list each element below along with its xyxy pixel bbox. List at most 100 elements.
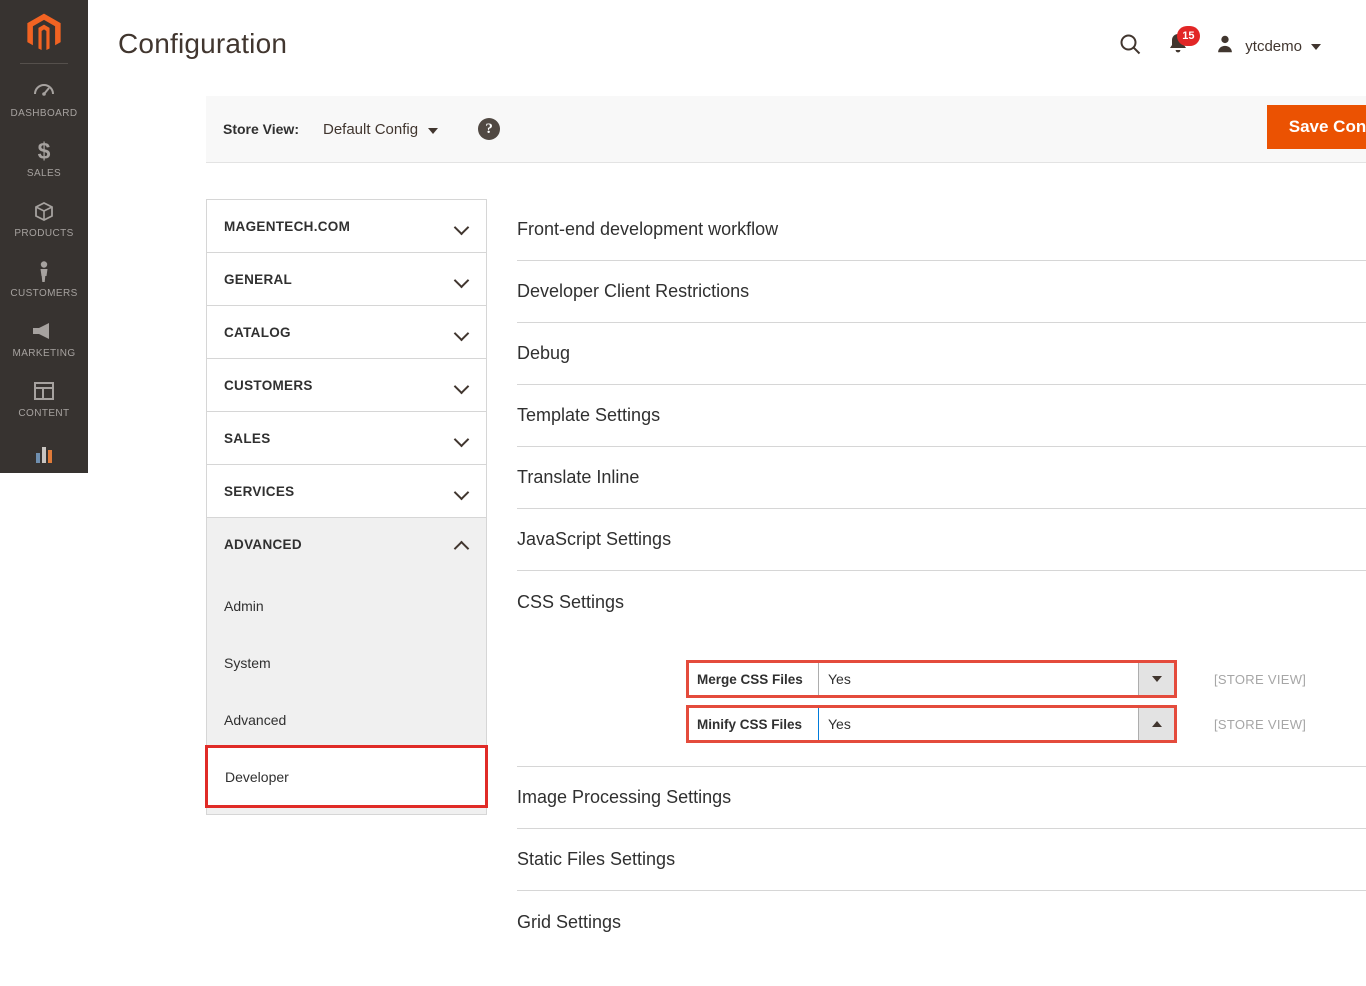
merge-css-files-value[interactable]: Yes [819, 663, 1138, 695]
question-mark-icon[interactable]: ? [478, 118, 501, 140]
minify-css-files-scope: [STORE VIEW] [1214, 716, 1307, 732]
section-title: Static Files Settings [517, 849, 676, 869]
section-debug[interactable]: Debug [517, 323, 1366, 385]
chevron-up-icon [456, 538, 469, 551]
save-config-button[interactable]: Save Config [1266, 105, 1366, 149]
sidebar-item-advanced[interactable]: Advanced [207, 691, 486, 748]
sidebar-item-reports[interactable] [0, 428, 88, 473]
config-nav-section-sales[interactable]: SALES [207, 412, 486, 465]
merge-css-files-control[interactable]: Merge CSS Files Yes [686, 660, 1177, 698]
section-title: JavaScript Settings [517, 529, 672, 549]
chevron-down-icon [456, 432, 469, 445]
config-nav-label: CUSTOMERS [224, 377, 313, 393]
chevron-down-icon [456, 326, 469, 339]
section-front-end-development-workflow[interactable]: Front-end development workflow [517, 199, 1366, 261]
sidebar-item-products[interactable]: PRODUCTS [0, 188, 88, 248]
css-settings-fieldset: Merge CSS Files Yes [STORE VIEW] Minify … [517, 633, 1366, 767]
sidebar-label: CUSTOMERS [10, 288, 78, 299]
config-nav-section-catalog[interactable]: CATALOG [207, 306, 486, 359]
section-javascript-settings[interactable]: JavaScript Settings [517, 509, 1366, 571]
section-developer-client-restrictions[interactable]: Developer Client Restrictions [517, 261, 1366, 323]
chevron-down-icon [456, 220, 469, 233]
minify-css-files-control[interactable]: Minify CSS Files Yes [686, 705, 1177, 743]
config-nav-section-services[interactable]: SERVICES [207, 465, 486, 518]
sidebar-item-developer[interactable]: Developer [205, 745, 488, 808]
section-title: Developer Client Restrictions [517, 281, 750, 301]
minify-css-files-dropdown-arrow[interactable] [1138, 708, 1174, 740]
merge-css-files-label: Merge CSS Files [689, 663, 819, 695]
sidebar-item-dashboard[interactable]: DASHBOARD [0, 68, 88, 128]
config-nav-section-general[interactable]: GENERAL [207, 253, 486, 306]
sidebar-divider [20, 63, 68, 64]
sidebar-item-sales[interactable]: $ SALES [0, 128, 88, 188]
subnav-label: System [224, 654, 271, 671]
triangle-down-icon [1151, 676, 1162, 682]
search-button[interactable] [1108, 28, 1152, 64]
config-sections: Front-end development workflow Developer… [517, 199, 1366, 953]
svg-text:$: $ [38, 138, 51, 164]
section-static-files-settings[interactable]: Static Files Settings [517, 829, 1366, 891]
config-nav-label: ADVANCED [224, 537, 302, 552]
chevron-down-icon [1311, 44, 1321, 50]
triangle-up-icon [1151, 721, 1162, 727]
section-title: Debug [517, 343, 571, 363]
user-menu[interactable]: ytcdemo [1214, 33, 1321, 60]
sidebar-item-content[interactable]: CONTENT [0, 368, 88, 428]
layout-icon [32, 378, 56, 404]
user-avatar-icon [1214, 33, 1236, 60]
notifications-button[interactable]: 15 [1152, 26, 1204, 64]
sidebar-label: DASHBOARD [10, 108, 78, 119]
chevron-down-icon [428, 127, 439, 134]
user-name: ytcdemo [1245, 37, 1302, 55]
section-title: Grid Settings [517, 911, 622, 932]
reports-bar-chart-icon [32, 438, 56, 464]
sidebar-item-admin[interactable]: Admin [207, 577, 486, 634]
minify-css-files-label: Minify CSS Files [689, 708, 819, 740]
config-nav-label: CATALOG [224, 324, 291, 340]
dollar-icon: $ [32, 138, 56, 164]
admin-sidebar: DASHBOARD $ SALES PRODUCTS CUSTOMERS MAR… [0, 0, 88, 473]
config-nav-label: MAGENTECH.COM [224, 218, 351, 234]
field-row-minify-css-files: Minify CSS Files Yes [STORE VIEW] [686, 705, 1366, 743]
search-icon [1118, 32, 1142, 61]
section-translate-inline[interactable]: Translate Inline [517, 447, 1366, 509]
store-view-select[interactable]: Default Config [323, 120, 439, 138]
main-content-area: Configuration 15 ytcdemo Store View: Def… [88, 0, 1366, 986]
dashboard-icon [32, 78, 56, 104]
config-navigation: MAGENTECH.COM GENERAL CATALOG CUSTOMERS … [205, 199, 488, 815]
subnav-label: Advanced [224, 711, 287, 728]
config-nav-section-magentech[interactable]: MAGENTECH.COM [207, 200, 486, 253]
config-nav-section-customers[interactable]: CUSTOMERS [207, 359, 486, 412]
subnav-label: Developer [225, 768, 289, 785]
person-icon [32, 258, 56, 284]
section-template-settings[interactable]: Template Settings [517, 385, 1366, 447]
sidebar-item-marketing[interactable]: MARKETING [0, 308, 88, 368]
page-header: Configuration 15 ytcdemo [88, 0, 1366, 92]
section-image-processing-settings[interactable]: Image Processing Settings [517, 767, 1366, 829]
section-title: Template Settings [517, 405, 661, 425]
config-nav-label: SERVICES [224, 483, 295, 499]
config-nav-label: SALES [224, 430, 271, 446]
chevron-down-icon [456, 273, 469, 286]
section-grid-settings[interactable]: Grid Settings [517, 891, 1366, 953]
megaphone-icon [31, 318, 57, 344]
sidebar-item-system[interactable]: System [207, 634, 486, 691]
minify-css-files-value[interactable]: Yes [819, 708, 1138, 740]
magento-logo-icon[interactable] [20, 12, 68, 53]
page-title: Configuration [118, 28, 288, 59]
sidebar-item-customers[interactable]: CUSTOMERS [0, 248, 88, 308]
merge-css-files-dropdown-arrow[interactable] [1138, 663, 1174, 695]
section-css-settings[interactable]: CSS Settings [517, 571, 1366, 633]
chevron-down-icon [456, 379, 469, 392]
section-title: Translate Inline [517, 467, 640, 487]
merge-css-files-scope: [STORE VIEW] [1214, 671, 1307, 687]
sidebar-label: SALES [26, 168, 62, 179]
config-subnav: Admin System Advanced Developer [205, 571, 488, 814]
store-view-value: Default Config [323, 120, 419, 138]
box-icon [32, 198, 56, 224]
store-view-bar: Store View: Default Config ? Save Config [206, 96, 1366, 163]
field-row-merge-css-files: Merge CSS Files Yes [STORE VIEW] [686, 660, 1366, 698]
config-nav-section-advanced[interactable]: ADVANCED [207, 518, 486, 571]
config-nav-label: GENERAL [224, 271, 293, 287]
section-title: Front-end development workflow [517, 219, 779, 239]
